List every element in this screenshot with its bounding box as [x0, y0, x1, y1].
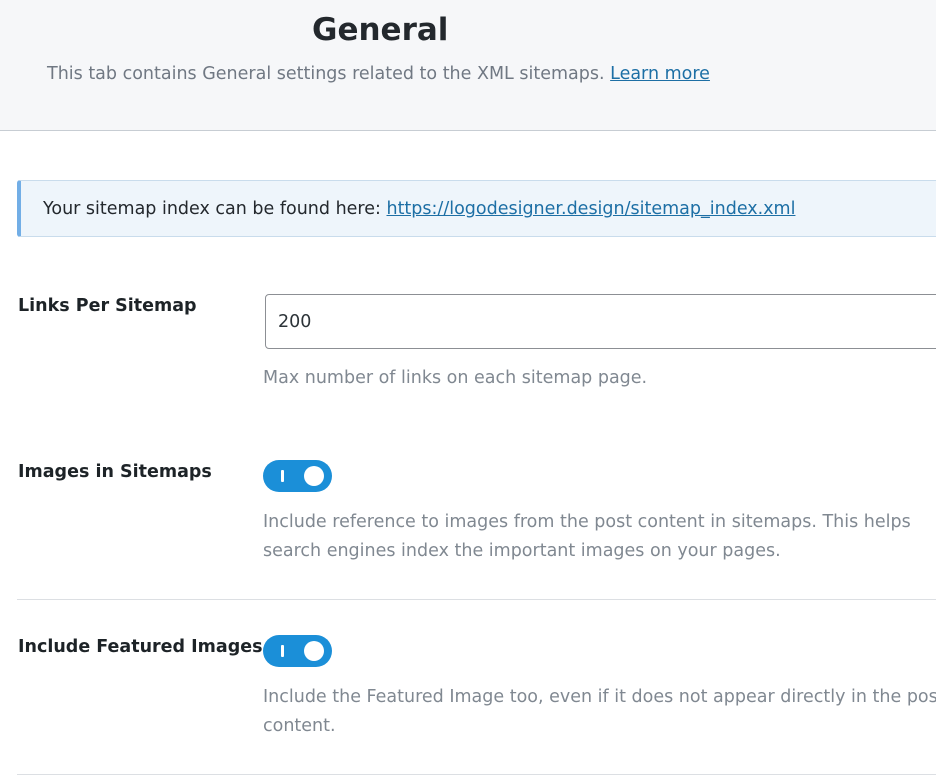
page-description-text: This tab contains General settings relat… — [47, 64, 605, 84]
sitemap-index-notice: Your sitemap index can be found here: ht… — [17, 180, 936, 237]
page-title: General — [312, 12, 449, 48]
images-in-sitemaps-toggle[interactable] — [263, 460, 332, 492]
include-featured-images-toggle[interactable] — [263, 635, 332, 667]
images-in-sitemaps-help: Include reference to images from the pos… — [263, 512, 911, 561]
toggle-on-indicator-icon — [281, 470, 284, 482]
include-featured-images-label: Include Featured Images — [18, 637, 263, 657]
links-per-sitemap-help: Max number of links on each sitemap page… — [263, 368, 648, 388]
toggle-knob — [304, 641, 324, 661]
notice-message: Your sitemap index can be found here: ht… — [43, 199, 795, 219]
toggle-knob — [304, 466, 324, 486]
links-per-sitemap-input[interactable] — [265, 294, 936, 349]
learn-more-link[interactable]: Learn more — [610, 64, 710, 84]
sitemap-index-link[interactable]: https://logodesigner.design/sitemap_inde… — [386, 199, 795, 219]
section-divider — [17, 774, 936, 775]
notice-text: Your sitemap index can be found here: — [43, 199, 381, 219]
page-description: This tab contains General settings relat… — [47, 64, 710, 84]
images-in-sitemaps-label: Images in Sitemaps — [18, 462, 212, 482]
links-per-sitemap-label: Links Per Sitemap — [18, 296, 197, 316]
include-featured-images-help: Include the Featured Image too, even if … — [263, 687, 936, 736]
page-header: General This tab contains General settin… — [0, 0, 936, 131]
toggle-on-indicator-icon — [281, 645, 284, 657]
section-divider — [17, 599, 936, 600]
